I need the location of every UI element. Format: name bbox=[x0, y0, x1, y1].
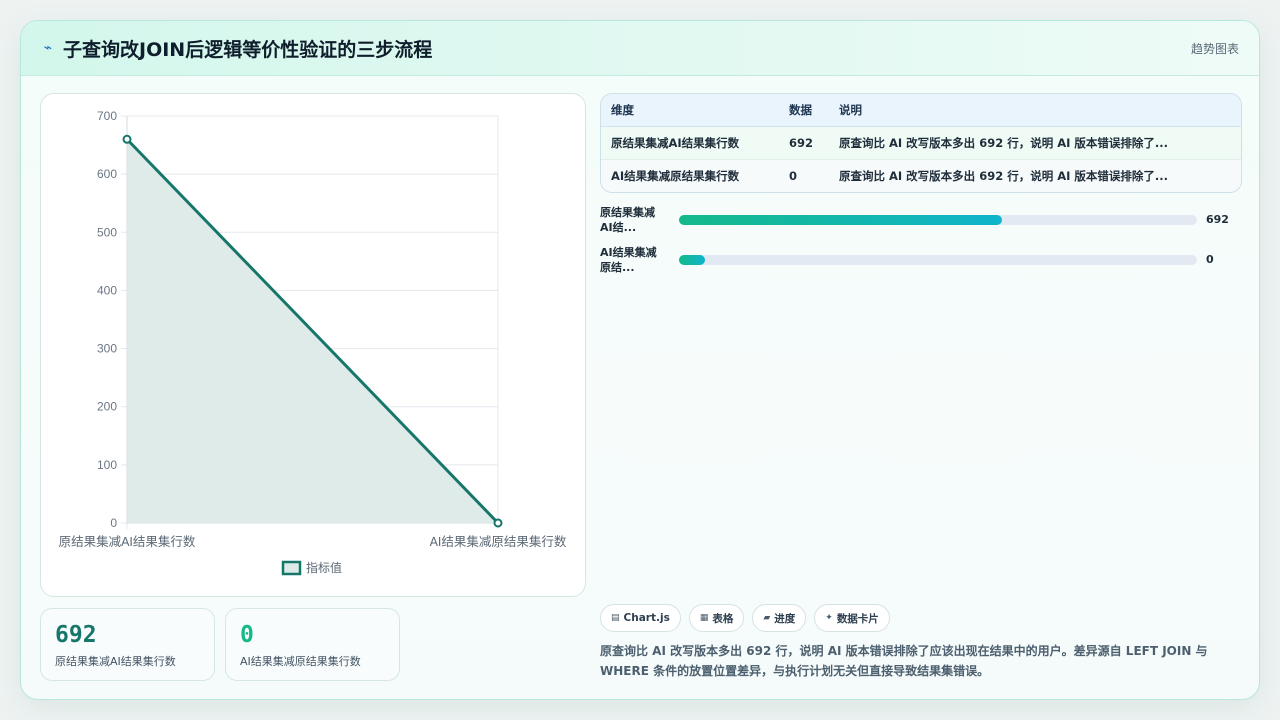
table-icon: ▦ bbox=[699, 613, 709, 623]
progress-label-line: 原结果集减 bbox=[600, 206, 655, 219]
tech-chips: ▤ Chart.js ▦ 表格 ▰ 进度 ✦ 数据卡片 bbox=[600, 604, 890, 632]
kpi-value: 0 bbox=[240, 622, 254, 648]
data-point bbox=[122, 134, 132, 144]
y-tick-label: 700 bbox=[97, 109, 117, 123]
table-header-row: 维度 数据 说明 bbox=[601, 94, 1241, 127]
y-tick-label: 600 bbox=[97, 167, 117, 181]
legend-label: 指标值 bbox=[306, 560, 342, 575]
kpi-label: AI结果集减原结果集行数 bbox=[240, 655, 361, 668]
y-tick-label: 400 bbox=[97, 283, 117, 297]
progress-row: 原结果集减 AI结... 692 bbox=[600, 205, 1250, 235]
sparkline-icon: ⌁ bbox=[43, 40, 53, 56]
table-cell: 692 bbox=[779, 126, 829, 160]
table-cell: 原查询比 AI 改写版本多出 692 行，说明 AI 版本错误排除了... bbox=[829, 126, 1241, 160]
y-tick-label: 0 bbox=[110, 516, 117, 530]
chart-type-tag: 趋势图表 bbox=[1190, 41, 1239, 56]
data-table: 维度 数据 说明 原结果集减AI结果集行数 692 原查询比 AI 改写版本多出… bbox=[600, 93, 1242, 193]
y-tick-label: 100 bbox=[97, 458, 117, 472]
data-point bbox=[493, 518, 503, 528]
column-header: 说明 bbox=[829, 94, 1241, 127]
sparkle-icon: ✦ bbox=[825, 613, 833, 623]
chart-panel: 0 100 200 300 400 500 600 700 原结果集减AI结果集行数 AI结果集减… bbox=[40, 93, 586, 597]
summary-text: 原查询比 AI 改写版本多出 692 行，说明 AI 版本错误排除了应该出现在结… bbox=[600, 644, 1208, 678]
chart-icon: ▤ bbox=[611, 613, 620, 623]
page-title: 子查询改JOIN后逻辑等价性验证的三步流程 bbox=[63, 38, 433, 61]
progress-track bbox=[679, 215, 1197, 225]
progress-icon: ▰ bbox=[763, 613, 771, 623]
kpi-card-1: 692 原结果集减AI结果集行数 bbox=[40, 608, 215, 681]
y-tick-label: 300 bbox=[97, 342, 117, 356]
table-row: 原结果集减AI结果集行数 692 原查询比 AI 改写版本多出 692 行，说明… bbox=[601, 126, 1241, 160]
card-header: ⌁ 子查询改JOIN后逻辑等价性验证的三步流程 趋势图表 bbox=[21, 21, 1259, 76]
area-chart: 0 100 200 300 400 500 600 700 原结果集减AI结果集行数 AI结果集减… bbox=[59, 109, 567, 576]
chip-label: 表格 bbox=[712, 612, 734, 625]
x-tick-label: AI结果集减原结果集行数 bbox=[430, 534, 567, 549]
y-tick-label: 500 bbox=[97, 225, 117, 239]
chip-data-card[interactable]: ✦ 数据卡片 bbox=[814, 604, 890, 632]
progress-row: AI结果集减 原结... 0 bbox=[600, 245, 1250, 275]
progress-label-line: AI结果集减 bbox=[600, 246, 657, 259]
column-header: 维度 bbox=[601, 94, 779, 127]
table-cell: 原结果集减AI结果集行数 bbox=[601, 126, 779, 160]
kpi-card-2: 0 AI结果集减原结果集行数 bbox=[225, 608, 400, 681]
progress-label-line: AI结... bbox=[600, 221, 637, 234]
kpi-value: 692 bbox=[55, 622, 97, 648]
progress-label-line: 原结... bbox=[600, 261, 635, 274]
progress-fill bbox=[679, 255, 705, 265]
chip-label: 进度 bbox=[774, 612, 796, 625]
kpi-label: 原结果集减AI结果集行数 bbox=[55, 655, 176, 668]
column-header: 数据 bbox=[779, 94, 829, 127]
progress-label: 原结果集减 AI结... bbox=[600, 205, 672, 235]
legend-swatch bbox=[281, 560, 302, 576]
y-tick-label: 200 bbox=[97, 400, 117, 414]
chip-label: Chart.js bbox=[623, 612, 670, 624]
progress-fill bbox=[679, 215, 1002, 225]
table-cell: 0 bbox=[779, 159, 829, 192]
progress-label: AI结果集减 原结... bbox=[600, 245, 672, 275]
main-card: ⌁ 子查询改JOIN后逻辑等价性验证的三步流程 趋势图表 0 100 200 300 4… bbox=[20, 20, 1260, 700]
progress-track bbox=[679, 255, 1197, 265]
table-cell: 原查询比 AI 改写版本多出 692 行，说明 AI 版本错误排除了... bbox=[829, 159, 1241, 192]
x-tick-label: 原结果集减AI结果集行数 bbox=[59, 534, 196, 549]
chip-progress[interactable]: ▰ 进度 bbox=[752, 604, 807, 632]
chip-label: 数据卡片 bbox=[836, 612, 879, 625]
chip-chartjs[interactable]: ▤ Chart.js bbox=[600, 604, 681, 632]
progress-value: 0 bbox=[1206, 253, 1214, 266]
title-group: ⌁ 子查询改JOIN后逻辑等价性验证的三步流程 bbox=[41, 35, 432, 62]
table-row: AI结果集减原结果集行数 0 原查询比 AI 改写版本多出 692 行，说明 A… bbox=[601, 159, 1241, 192]
chip-table[interactable]: ▦ 表格 bbox=[688, 604, 745, 632]
table-cell: AI结果集减原结果集行数 bbox=[601, 159, 779, 192]
progress-value: 692 bbox=[1206, 213, 1229, 226]
